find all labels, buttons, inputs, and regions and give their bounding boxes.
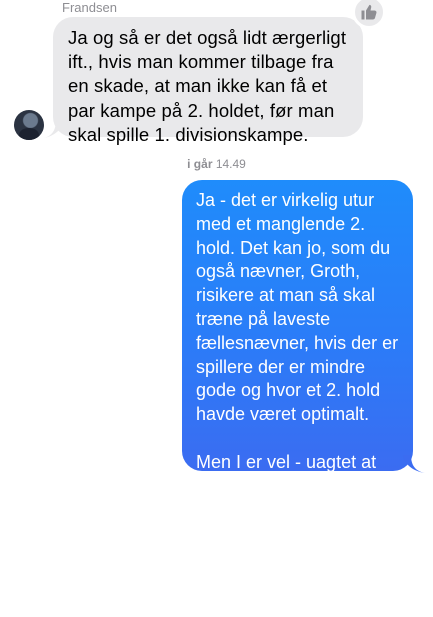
reaction-badge[interactable] <box>352 0 386 29</box>
outgoing-message-text: Ja - det er virkelig utur med et manglen… <box>196 190 399 615</box>
incoming-message-bubble[interactable]: Ja og så er det også lidt ærgerligt ift.… <box>53 17 363 145</box>
timestamp-day: i går <box>187 157 213 171</box>
timestamp-time: 14.49 <box>215 157 246 171</box>
incoming-message-text: Ja og så er det også lidt ærgerligt ift.… <box>68 27 347 145</box>
outgoing-message-bubble[interactable]: Ja - det er virkelig utur med et manglen… <box>182 180 413 615</box>
incoming-bubble-tail <box>44 120 64 138</box>
avatar[interactable] <box>14 110 44 140</box>
thumbs-up-icon <box>361 4 377 20</box>
sender-name: Frandsen <box>62 0 117 15</box>
outgoing-bubble-tail <box>403 455 425 473</box>
message-timestamp: i går 14.49 <box>0 157 433 171</box>
